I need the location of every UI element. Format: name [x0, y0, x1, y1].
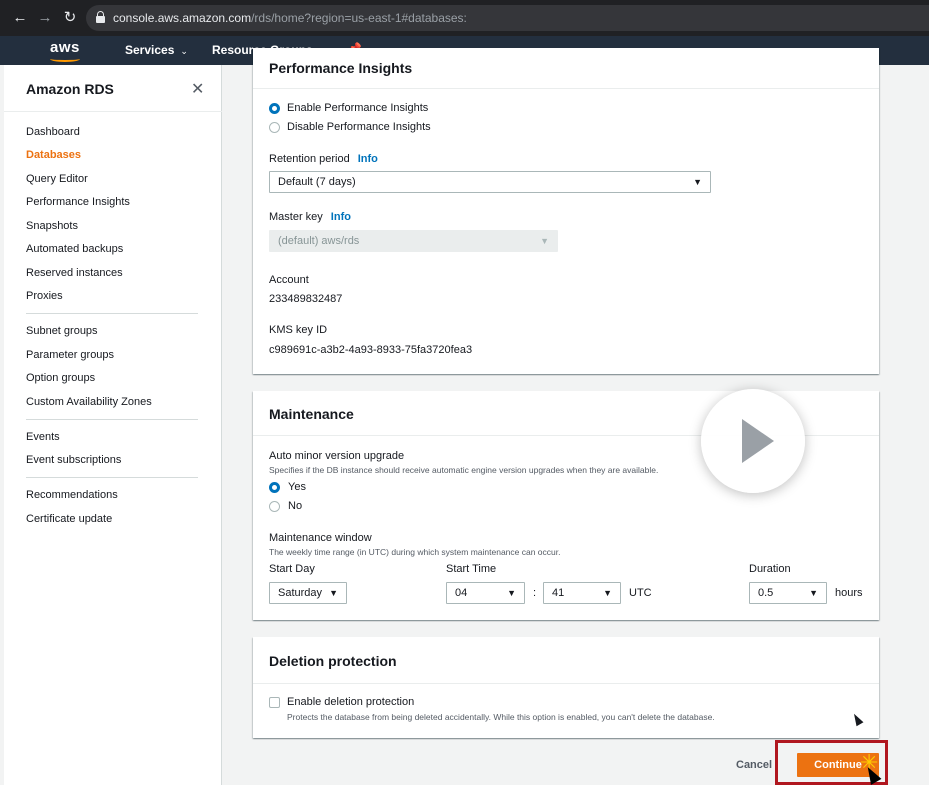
sidebar-item-snapshots[interactable]: Snapshots: [26, 220, 78, 232]
caret-down-icon: ▼: [693, 177, 702, 187]
caret-down-icon: ▼: [603, 588, 612, 598]
info-link[interactable]: Info: [331, 211, 351, 223]
deletion-protection-desc: Protects the database from being deleted…: [287, 712, 715, 722]
account-label: Account: [269, 274, 309, 286]
aws-smile-icon: [50, 56, 80, 62]
kms-key-label: KMS key ID: [269, 324, 328, 336]
sidebar-item-custom-availability-zones[interactable]: Custom Availability Zones: [26, 396, 152, 408]
divider: [253, 88, 879, 89]
deletion-protection-label[interactable]: Enable deletion protection: [287, 696, 414, 708]
info-link[interactable]: Info: [358, 153, 378, 165]
panel-title: Deletion protection: [269, 653, 397, 669]
divider: [26, 419, 198, 420]
deletion-protection-panel: Deletion protection Enable deletion prot…: [253, 637, 879, 738]
divider: [26, 477, 198, 478]
sidebar-title: Amazon RDS: [26, 81, 114, 97]
sidebar-item-proxies[interactable]: Proxies: [26, 290, 63, 302]
start-day-label: Start Day: [269, 563, 315, 575]
account-value: 233489832487: [269, 293, 343, 305]
enable-pi-radio[interactable]: [269, 103, 280, 114]
start-day-select[interactable]: Saturday ▼: [269, 582, 347, 604]
caret-down-icon: ▼: [540, 236, 549, 246]
retention-period-select[interactable]: Default (7 days) ▼: [269, 171, 711, 193]
disable-pi-label[interactable]: Disable Performance Insights: [287, 121, 431, 133]
play-button[interactable]: [701, 389, 805, 493]
sidebar-item-reserved-instances[interactable]: Reserved instances: [26, 267, 123, 279]
sidebar-item-events[interactable]: Events: [26, 431, 60, 443]
sidebar-item-certificate-update[interactable]: Certificate update: [26, 513, 112, 525]
sidebar: Amazon RDS ✕ Dashboard Databases Query E…: [4, 65, 222, 785]
sidebar-item-automated-backups[interactable]: Automated backups: [26, 243, 123, 255]
master-key-select: (default) aws/rds ▼: [269, 230, 558, 252]
retention-period-label: Retention period Info: [269, 153, 378, 165]
divider: [253, 683, 879, 684]
auto-minor-no-label[interactable]: No: [288, 500, 302, 512]
kms-key-value: c989691c-a3b2-4a93-8933-75fa3720fea3: [269, 344, 473, 356]
sidebar-item-dashboard[interactable]: Dashboard: [26, 126, 80, 138]
sidebar-item-recommendations[interactable]: Recommendations: [26, 489, 118, 501]
auto-minor-upgrade-label: Auto minor version upgrade: [269, 450, 405, 462]
auto-minor-yes-label[interactable]: Yes: [288, 481, 306, 493]
chevron-down-icon: ⌄: [180, 46, 188, 56]
auto-minor-no-radio[interactable]: [269, 501, 280, 512]
deletion-protection-checkbox[interactable]: [269, 697, 280, 708]
sidebar-item-parameter-groups[interactable]: Parameter groups: [26, 349, 114, 361]
forward-arrow-icon[interactable]: →: [35, 8, 55, 28]
start-minute-value: 41: [552, 587, 565, 599]
reload-icon[interactable]: ↻: [60, 8, 80, 28]
lock-icon: [96, 11, 105, 23]
panel-title: Performance Insights: [269, 60, 413, 76]
start-minute-select[interactable]: 41 ▼: [543, 582, 621, 604]
close-icon[interactable]: ✕: [191, 79, 204, 99]
cancel-button[interactable]: Cancel: [736, 759, 772, 771]
master-key-label: Master key Info: [269, 211, 351, 223]
start-time-label: Start Time: [446, 563, 497, 575]
auto-minor-upgrade-desc: Specifies if the DB instance should rece…: [269, 465, 659, 475]
start-hour-value: 04: [455, 587, 468, 599]
duration-label: Duration: [749, 563, 791, 575]
sidebar-item-event-subscriptions[interactable]: Event subscriptions: [26, 454, 121, 466]
caret-down-icon: ▼: [329, 588, 338, 598]
time-separator: :: [533, 587, 537, 599]
caret-down-icon: ▼: [507, 588, 516, 598]
enable-pi-label[interactable]: Enable Performance Insights: [287, 102, 428, 114]
back-arrow-icon[interactable]: ←: [10, 8, 30, 28]
caret-down-icon: ▼: [809, 588, 818, 598]
sidebar-item-subnet-groups[interactable]: Subnet groups: [26, 325, 98, 337]
sidebar-item-query-editor[interactable]: Query Editor: [26, 173, 88, 185]
retention-period-value: Default (7 days): [278, 176, 356, 188]
panel-title: Maintenance: [269, 406, 354, 422]
auto-minor-yes-radio[interactable]: [269, 482, 280, 493]
address-bar[interactable]: console.aws.amazon.com/rds/home?region=u…: [86, 5, 929, 31]
performance-insights-panel: Performance Insights Enable Performance …: [253, 48, 879, 374]
master-key-value: (default) aws/rds: [278, 235, 360, 247]
maintenance-window-desc: The weekly time range (in UTC) during wh…: [269, 547, 561, 557]
url-text: console.aws.amazon.com/rds/home?region=u…: [113, 11, 467, 25]
divider: [4, 111, 222, 112]
disable-pi-radio[interactable]: [269, 122, 280, 133]
hours-label: hours: [835, 587, 863, 599]
aws-logo[interactable]: aws: [50, 39, 80, 56]
sidebar-item-option-groups[interactable]: Option groups: [26, 372, 95, 384]
sidebar-item-databases[interactable]: Databases: [26, 149, 81, 161]
start-hour-select[interactable]: 04 ▼: [446, 582, 525, 604]
maintenance-window-label: Maintenance window: [269, 532, 372, 544]
services-menu[interactable]: Services ⌄: [125, 43, 188, 57]
play-icon: [742, 419, 774, 463]
sidebar-item-performance-insights[interactable]: Performance Insights: [26, 196, 130, 208]
browser-toolbar: ← → ↻ console.aws.amazon.com/rds/home?re…: [0, 0, 929, 36]
duration-select[interactable]: 0.5 ▼: [749, 582, 827, 604]
start-day-value: Saturday: [278, 587, 323, 599]
divider: [26, 313, 198, 314]
utc-label: UTC: [629, 587, 652, 599]
duration-value: 0.5: [758, 587, 774, 599]
